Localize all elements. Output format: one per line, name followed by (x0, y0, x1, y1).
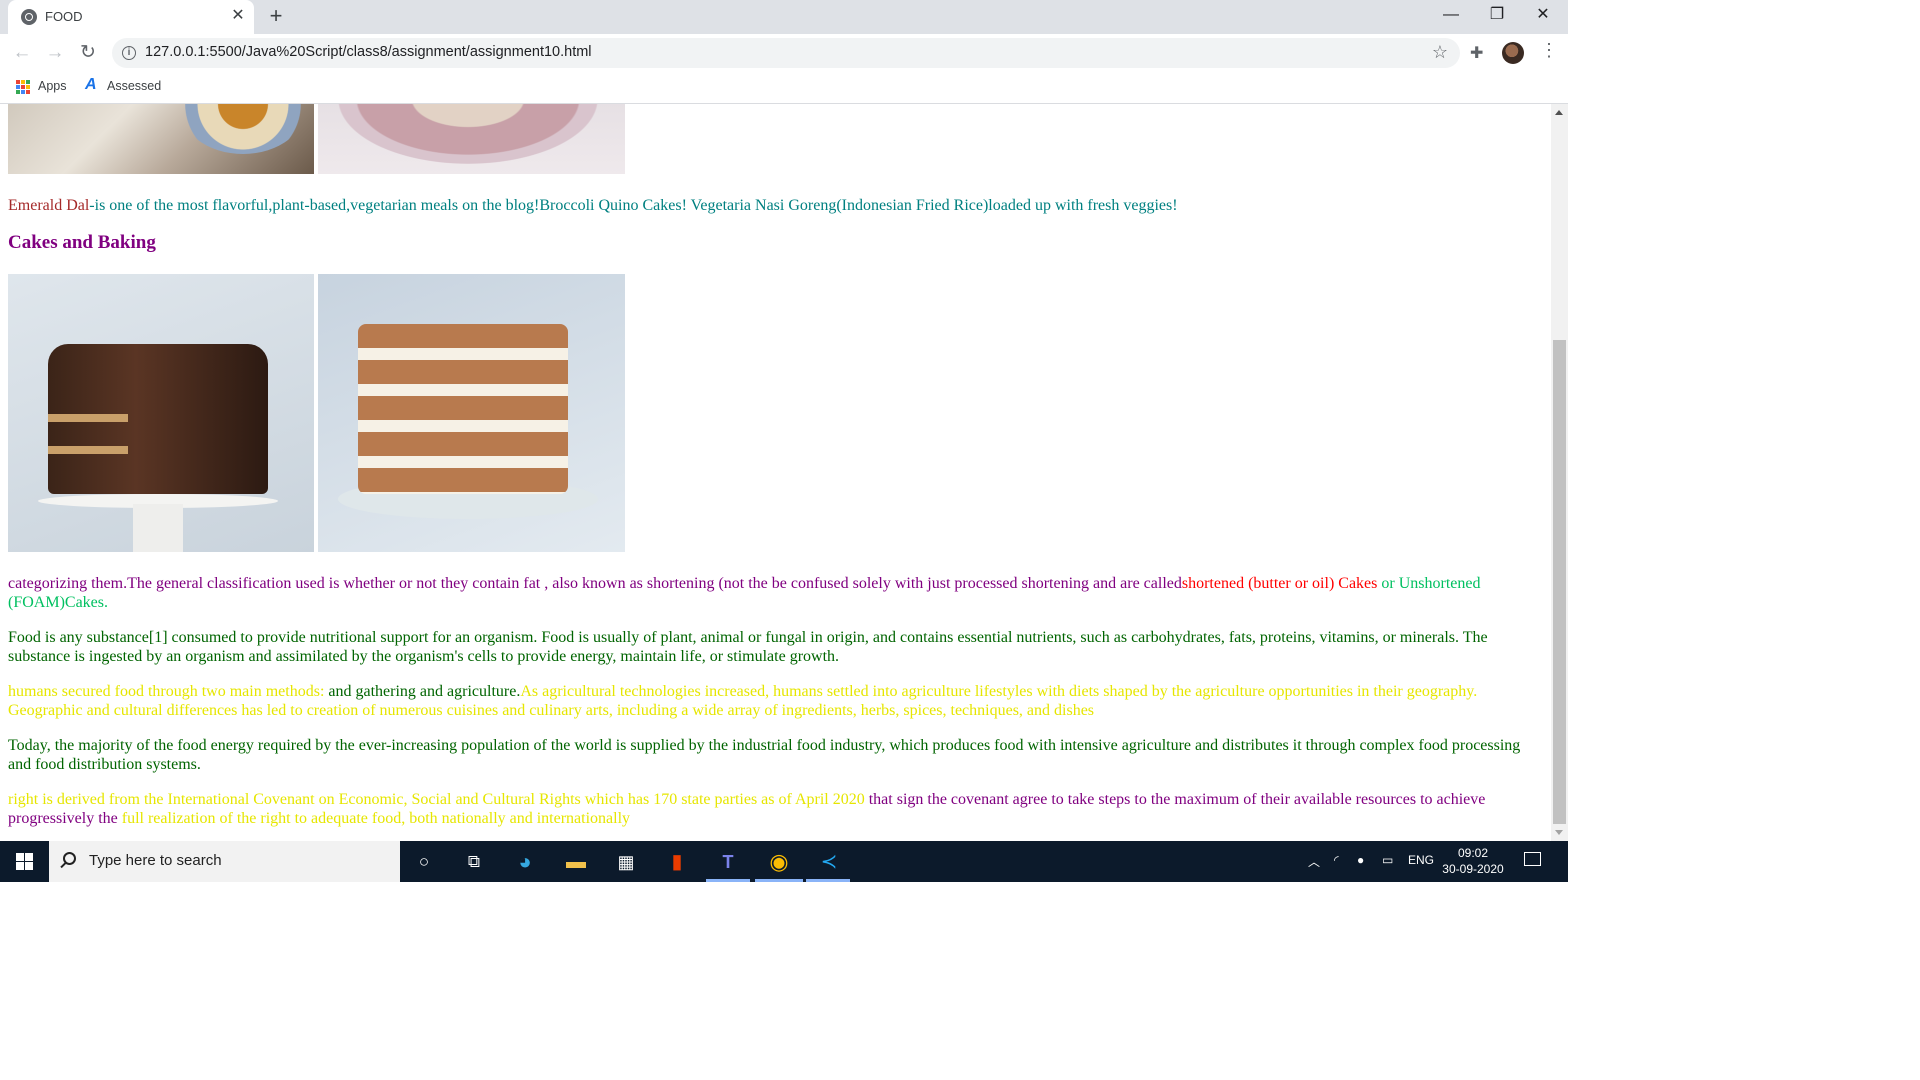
veg-intro-text: -is one of the most flavorful,plant-base… (89, 197, 1178, 214)
apps-icon[interactable] (16, 80, 30, 94)
chrome-active-indicator (755, 879, 803, 882)
scroll-down-icon[interactable] (1555, 830, 1563, 835)
battery-icon[interactable]: ▭ (1382, 853, 1393, 867)
more-menu-icon[interactable]: ⋮ (1540, 40, 1558, 61)
veg-intro-paragraph: Emerald Dal-is one of the most flavorful… (8, 196, 1528, 215)
close-tab-icon[interactable]: ✕ (228, 6, 248, 26)
back-arrow-icon[interactable]: ← (11, 42, 33, 64)
bookmark-apps[interactable]: Apps (38, 79, 67, 93)
cakes-main-text: categorizing them.The general classifica… (8, 575, 1182, 592)
reload-icon[interactable]: ↻ (77, 42, 99, 64)
office-icon[interactable]: ▮ (664, 849, 690, 875)
emerald-dal-text: Emerald Dal (8, 197, 90, 214)
humans-text-2: and gathering and agriculture. (328, 683, 521, 700)
edge-icon[interactable]: ◕ (512, 849, 538, 875)
clock-date: 30-09-2020 (1442, 862, 1504, 876)
right-text-3: full realization of the right to adequat… (121, 810, 631, 827)
cortana-icon[interactable]: ○ (411, 849, 437, 875)
cakes-heading: Cakes and Baking (8, 232, 156, 253)
humans-text-1: humans secured food through two main met… (8, 683, 329, 700)
vscode-icon[interactable]: ≺ (816, 849, 842, 875)
food-paragraph: Food is any substance[1] consumed to pro… (8, 629, 1488, 665)
veg-food-image-1 (8, 104, 314, 174)
notification-icon[interactable] (1524, 852, 1541, 866)
forward-arrow-icon[interactable]: → (44, 42, 66, 64)
page-viewport: Emerald Dal-is one of the most flavorful… (0, 104, 1551, 841)
scroll-thumb[interactable] (1553, 340, 1566, 824)
globe-icon (21, 9, 37, 25)
store-icon[interactable]: ▦ (613, 849, 639, 875)
taskbar-search[interactable]: Type here to search (49, 841, 400, 882)
new-tab-button[interactable]: + (266, 5, 286, 27)
right-paragraph: right is derived from the International … (8, 790, 1528, 828)
humans-paragraph: humans secured food through two main met… (8, 682, 1528, 720)
today-paragraph: Today, the majority of the food energy r… (8, 737, 1521, 773)
shortened-text: shortened (butter or oil) Cakes (1181, 575, 1378, 592)
wifi-icon[interactable]: ◜ (1334, 853, 1339, 867)
scroll-up-icon[interactable] (1555, 110, 1563, 115)
chocolate-cake-image (8, 274, 314, 552)
veg-food-image-2 (318, 104, 625, 174)
taskbar-clock[interactable]: 09:02 30-09-2020 (1440, 845, 1506, 877)
search-icon (63, 852, 76, 865)
teams-active-indicator (706, 879, 750, 882)
restore-button[interactable]: ❐ (1474, 0, 1520, 32)
tab-strip: FOOD ✕ + — ❐ ✕ (0, 0, 1568, 34)
vscode-active-indicator (806, 879, 850, 882)
vertical-scrollbar[interactable] (1551, 104, 1568, 841)
tab-title: FOOD (45, 9, 83, 24)
bookmark-assessed[interactable]: Assessed (107, 79, 161, 93)
assessed-icon: A (85, 76, 97, 93)
windows-taskbar: Type here to search ○ ⧉ ◕ ▬ ▦ ▮ T ◉ ≺ ︿ … (0, 841, 1568, 882)
cakes-paragraph: categorizing them.The general classifica… (8, 574, 1528, 612)
file-explorer-icon[interactable]: ▬ (563, 849, 589, 875)
info-icon[interactable]: i (122, 46, 136, 60)
star-icon[interactable]: ☆ (1432, 42, 1448, 63)
discord-icon[interactable]: ● (1357, 853, 1364, 867)
search-placeholder: Type here to search (89, 852, 222, 869)
chevron-up-icon[interactable]: ︿ (1308, 853, 1320, 870)
bookmarks-bar: Apps A Assessed (0, 72, 1568, 104)
windows-icon[interactable] (16, 853, 33, 870)
chrome-icon[interactable]: ◉ (766, 849, 792, 875)
language-indicator[interactable]: ENG (1408, 853, 1434, 867)
clock-time: 09:02 (1457, 846, 1489, 860)
profile-avatar[interactable] (1502, 42, 1524, 64)
right-text-1: right is derived from the International … (8, 791, 869, 808)
funfetti-cake-image (318, 274, 625, 552)
task-view-icon[interactable]: ⧉ (461, 849, 487, 875)
browser-tab[interactable]: FOOD ✕ (8, 0, 254, 34)
close-window-button[interactable]: ✕ (1520, 0, 1566, 32)
extensions-icon[interactable]: ✚ (1470, 43, 1483, 63)
url-text[interactable]: 127.0.0.1:5500/Java%20Script/class8/assi… (145, 44, 592, 60)
browser-toolbar: ← → ↻ i 127.0.0.1:5500/Java%20Script/cla… (0, 34, 1568, 72)
minimize-button[interactable]: — (1428, 0, 1474, 32)
teams-icon[interactable]: T (715, 849, 741, 875)
address-bar[interactable]: i 127.0.0.1:5500/Java%20Script/class8/as… (112, 38, 1460, 68)
